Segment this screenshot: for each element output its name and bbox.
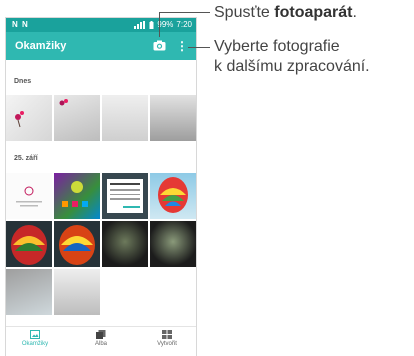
- section-label: Dnes: [14, 78, 32, 85]
- balloon-icon: [59, 225, 95, 265]
- callout-line: [188, 47, 210, 48]
- camera-icon[interactable]: [153, 40, 166, 51]
- nav-albums[interactable]: Alba: [76, 330, 126, 347]
- flower-sketch-icon: [59, 99, 68, 106]
- bottom-navigation: Okamžiky Alba Vytvořit: [6, 326, 196, 356]
- albums-icon: [96, 330, 106, 339]
- photo-thumbnail[interactable]: [150, 173, 196, 219]
- app-title: Okamžiky: [15, 40, 67, 52]
- callout-line: [159, 12, 160, 37]
- photo-thumbnail[interactable]: [150, 221, 196, 267]
- screenshot-sketch-icon: [16, 186, 42, 207]
- photo-thumbnail[interactable]: [102, 173, 148, 219]
- photo-thumbnail[interactable]: [6, 221, 52, 267]
- callout-bold-text: fotoaparát: [274, 4, 353, 21]
- photo-thumbnail[interactable]: [54, 95, 100, 141]
- nav-label: Vytvořit: [157, 341, 177, 347]
- nav-label: Alba: [94, 341, 107, 347]
- photo-thumbnail[interactable]: [54, 221, 100, 267]
- nav-create[interactable]: Vytvořit: [142, 330, 192, 347]
- status-right: 99% 7:20: [134, 20, 192, 29]
- callout-line: [159, 12, 210, 13]
- notification-icons: N N: [12, 20, 29, 29]
- photo-thumbnail[interactable]: [150, 95, 196, 141]
- nav-moments[interactable]: Okamžiky: [10, 330, 60, 347]
- photo-thumbnail[interactable]: [102, 221, 148, 267]
- dialog-screenshot: [107, 179, 143, 213]
- photo-thumbnail[interactable]: [54, 173, 100, 219]
- photo-thumbnail[interactable]: [6, 95, 52, 141]
- photo-thumbnail[interactable]: [6, 173, 52, 219]
- callout-line-2: k dalšímu zpracování.: [214, 58, 370, 75]
- callout-text: .: [352, 4, 357, 21]
- callout-text: Spusťte: [214, 4, 275, 21]
- homescreen-sketch-icon: [62, 181, 88, 207]
- nav-label: Okamžiky: [21, 341, 49, 347]
- photo-thumbnail[interactable]: [102, 95, 148, 141]
- flower-sketch-icon: [15, 111, 24, 128]
- phone-screen: N N 99% 7:20 Okamžiky ⋮ Dnes 25. září Ok…: [6, 18, 196, 356]
- battery-icon: [149, 20, 154, 29]
- photo-thumbnail[interactable]: [54, 269, 100, 315]
- create-icon: [162, 330, 172, 339]
- more-callout: Vyberte fotografie k dalšímu zpracování.: [214, 37, 412, 77]
- more-options-icon[interactable]: ⋮: [176, 38, 188, 54]
- section-label: 25. září: [14, 155, 38, 162]
- balloon-icon: [11, 225, 47, 265]
- callout-line-1: Vyberte fotografie: [214, 38, 340, 55]
- photo-icon: [30, 330, 40, 339]
- app-bar: Okamžiky ⋮: [6, 32, 196, 60]
- status-bar: N N 99% 7:20: [6, 18, 196, 32]
- photo-thumbnail[interactable]: [6, 269, 52, 315]
- clock: 7:20: [176, 20, 192, 29]
- balloon-icon: [158, 177, 188, 213]
- camera-callout: Spusťte fotoaparát.: [214, 3, 410, 23]
- signal-icon: [134, 20, 146, 29]
